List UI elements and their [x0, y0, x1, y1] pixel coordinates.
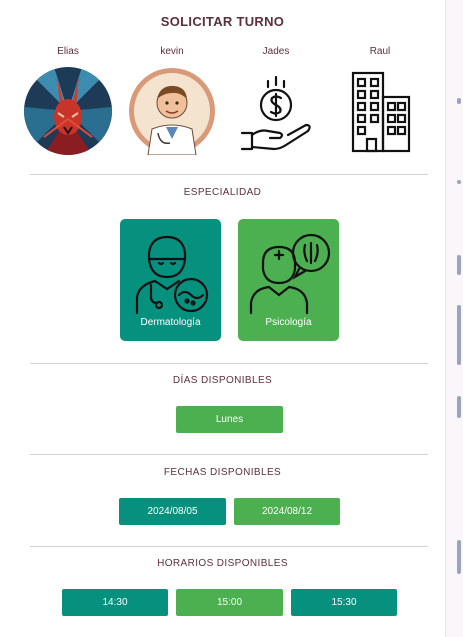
provider-name: Elias — [57, 46, 79, 57]
specialty-psicologia-button[interactable]: Psicología — [238, 219, 339, 341]
specialty-title: ESPECIALIDAD — [183, 187, 262, 198]
times-title: HORARIOS DISPONIBLES — [157, 558, 288, 569]
provider-kevin[interactable]: kevin — [126, 45, 218, 155]
background-decoration — [457, 396, 461, 418]
section-divider — [30, 363, 428, 364]
background-decoration — [457, 305, 461, 365]
time-1530-button[interactable]: 15:30 — [291, 589, 397, 616]
dates-title: FECHAS DISPONIBLES — [163, 467, 282, 478]
provider-jades[interactable]: Jades — [230, 45, 322, 155]
days-title: DÍAS DISPONIBLES — [172, 375, 273, 386]
provider-name: Raul — [369, 46, 391, 57]
background-decoration — [457, 540, 461, 574]
background-decoration — [457, 98, 461, 104]
page-title: SOLICITAR TURNO — [160, 14, 285, 29]
section-divider — [30, 174, 428, 175]
provider-list: Elias kevin Jades Raul — [22, 45, 426, 155]
section-divider — [30, 546, 428, 547]
rabbit-avatar-icon — [24, 67, 112, 155]
day-lunes-button[interactable]: Lunes — [176, 406, 283, 433]
background-decoration — [457, 255, 461, 275]
specialty-label: Dermatología — [140, 317, 201, 328]
doctor-avatar-icon — [128, 67, 216, 155]
dermatologist-icon — [135, 235, 208, 315]
provider-name: kevin — [160, 46, 184, 57]
specialty-label: Psicología — [265, 317, 312, 328]
appointment-panel: SOLICITAR TURNO Elias kevin Jades Raul E… — [0, 0, 445, 637]
background-decoration — [457, 180, 461, 184]
building-icon — [336, 67, 424, 155]
time-1500-button[interactable]: 15:00 — [176, 589, 283, 616]
provider-raul[interactable]: Raul — [334, 45, 426, 155]
psychologist-icon — [249, 233, 330, 315]
provider-elias[interactable]: Elias — [22, 45, 114, 155]
section-divider — [30, 454, 428, 455]
date-2024-08-12-button[interactable]: 2024/08/12 — [234, 498, 340, 525]
money-hand-icon — [232, 67, 320, 155]
time-1430-button[interactable]: 14:30 — [62, 589, 168, 616]
provider-name: Jades — [262, 46, 290, 57]
date-2024-08-05-button[interactable]: 2024/08/05 — [119, 498, 226, 525]
specialty-dermatologia-button[interactable]: Dermatología — [120, 219, 221, 341]
